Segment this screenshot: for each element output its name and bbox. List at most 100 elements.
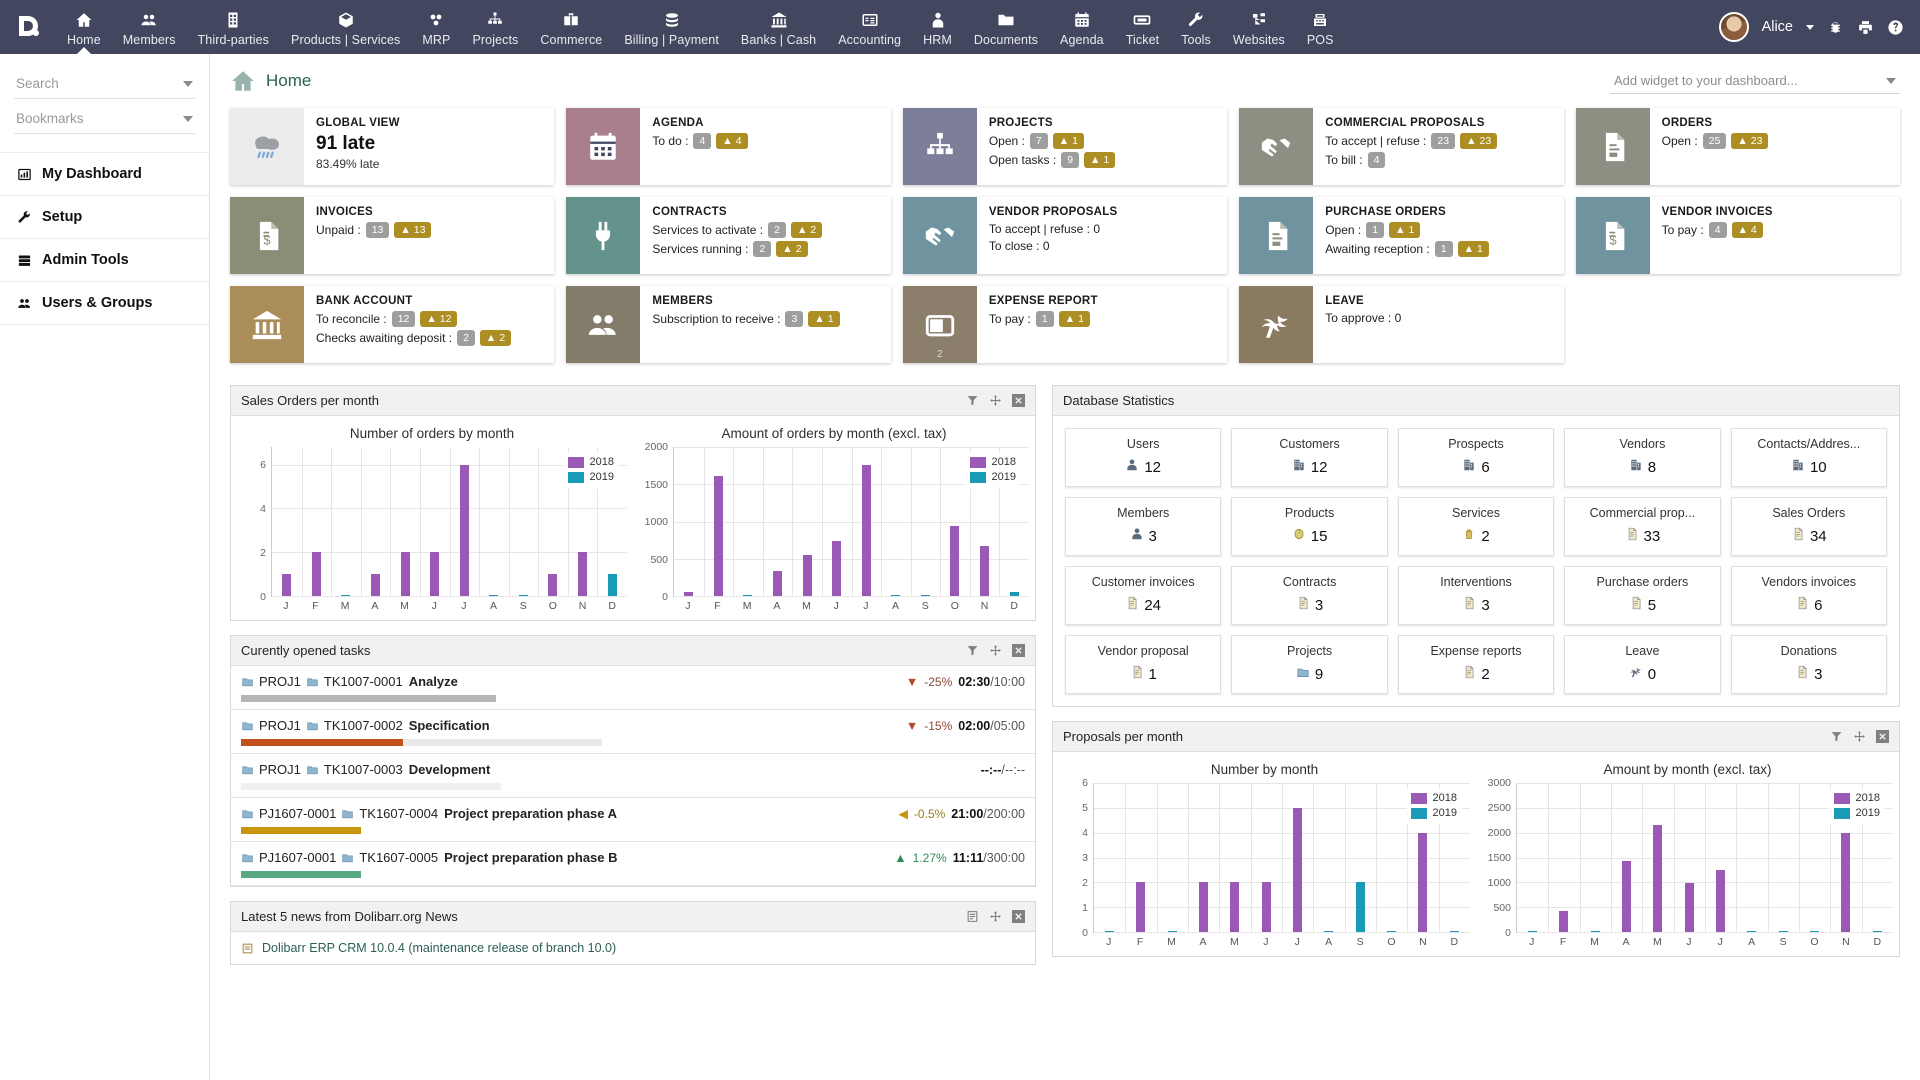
- add-widget-select[interactable]: Add widget to your dashboard...: [1610, 68, 1900, 94]
- warning-badge[interactable]: ▲ 2: [479, 330, 512, 346]
- task-ref[interactable]: TK1007-0001: [324, 674, 403, 689]
- card-expense-report[interactable]: 2 EXPENSE REPORT To pay :1 ▲ 1: [902, 286, 1228, 363]
- close-icon[interactable]: [1012, 644, 1025, 657]
- print-icon[interactable]: [1857, 19, 1874, 36]
- card-leave[interactable]: LEAVE To approve : 0: [1239, 286, 1564, 363]
- stat-expense-reports[interactable]: Expense reports 2: [1397, 635, 1555, 694]
- stat-vendor-proposal[interactable]: Vendor proposal 1: [1065, 635, 1222, 694]
- help-icon[interactable]: [1887, 19, 1904, 36]
- warning-badge[interactable]: ▲ 4: [1731, 222, 1763, 238]
- warning-badge[interactable]: ▲ 1: [1389, 222, 1421, 238]
- card-invoices[interactable]: $ INVOICES Unpaid :13 ▲ 13: [230, 197, 555, 274]
- task-project-ref[interactable]: PROJ1: [259, 718, 301, 733]
- stat-sales-orders[interactable]: Sales Orders 34: [1730, 497, 1887, 556]
- warning-badge[interactable]: ▲ 4: [716, 133, 748, 149]
- count-badge[interactable]: 1: [1035, 311, 1054, 327]
- card-members[interactable]: MEMBERS Subscription to receive :3 ▲ 1: [566, 286, 891, 363]
- stat-projects[interactable]: Projects 9: [1231, 635, 1388, 694]
- task-row[interactable]: PROJ1 TK1007-0002 Specification ▼ -15% 02:00/…: [231, 710, 1035, 754]
- task-project-ref[interactable]: PROJ1: [259, 674, 301, 689]
- nav-item-ticket[interactable]: Ticket: [1115, 0, 1170, 54]
- close-icon[interactable]: [1012, 394, 1025, 407]
- user-name[interactable]: Alice: [1762, 19, 1793, 35]
- card-purchase-orders[interactable]: PURCHASE ORDERS Open :1 ▲ 1 Awaiting recepti…: [1239, 197, 1564, 274]
- nav-item-banks-cash[interactable]: Banks | Cash: [730, 0, 827, 54]
- task-row[interactable]: PROJ1 TK1007-0001 Analyze ▼ -25% 02:30/10:00: [231, 666, 1035, 710]
- task-name[interactable]: Analyze: [409, 674, 458, 689]
- count-badge[interactable]: 25: [1702, 133, 1727, 149]
- stat-users[interactable]: Users 12: [1065, 428, 1222, 487]
- filter-icon[interactable]: [1830, 730, 1843, 743]
- task-project-ref[interactable]: PJ1607-0001: [259, 850, 336, 865]
- nav-item-home[interactable]: Home: [56, 0, 112, 54]
- nav-item-third-parties[interactable]: Third-parties: [187, 0, 280, 54]
- count-badge[interactable]: 1: [1434, 241, 1453, 257]
- card-contracts[interactable]: CONTRACTS Services to activate :2 ▲ 2 Servic…: [566, 197, 891, 274]
- warning-badge[interactable]: ▲ 2: [790, 222, 823, 238]
- task-name[interactable]: Development: [409, 762, 491, 777]
- stat-contracts[interactable]: Contracts 3: [1231, 566, 1388, 625]
- nav-item-websites[interactable]: Websites: [1222, 0, 1296, 54]
- nav-item-agenda[interactable]: Agenda: [1049, 0, 1115, 54]
- move-icon[interactable]: [989, 394, 1002, 407]
- count-badge[interactable]: 1: [1366, 222, 1385, 238]
- warning-badge[interactable]: ▲ 1: [1457, 241, 1489, 257]
- task-ref[interactable]: TK1607-0004: [359, 806, 438, 821]
- close-icon[interactable]: [1012, 910, 1025, 923]
- task-ref[interactable]: TK1607-0005: [359, 850, 438, 865]
- card-projects[interactable]: PROJECTS Open :7 ▲ 1 Open tasks :9 ▲ 1: [902, 108, 1228, 185]
- move-icon[interactable]: [989, 910, 1002, 923]
- warning-badge[interactable]: ▲ 1: [1052, 133, 1084, 149]
- task-name[interactable]: Specification: [409, 718, 490, 733]
- count-badge[interactable]: 2: [768, 222, 786, 238]
- count-badge[interactable]: 4: [1708, 222, 1727, 238]
- count-badge[interactable]: 7: [1029, 133, 1048, 149]
- stat-vendors-invoices[interactable]: Vendors invoices 6: [1730, 566, 1887, 625]
- stat-donations[interactable]: Donations 3: [1730, 635, 1887, 694]
- nav-item-pos[interactable]: POS: [1296, 0, 1345, 54]
- stat-contacts-addres[interactable]: Contacts/Addres... 10: [1730, 428, 1887, 487]
- nav-item-commerce[interactable]: Commerce: [529, 0, 613, 54]
- sidebar-item-my-dashboard[interactable]: My Dashboard: [0, 152, 209, 196]
- filter-icon[interactable]: [966, 394, 979, 407]
- task-project-ref[interactable]: PJ1607-0001: [259, 806, 336, 821]
- stat-customers[interactable]: Customers 12: [1231, 428, 1388, 487]
- stat-prospects[interactable]: Prospects 6: [1397, 428, 1555, 487]
- warning-badge[interactable]: ▲ 1: [808, 311, 840, 327]
- close-icon[interactable]: [1876, 730, 1889, 743]
- bookmarks-input[interactable]: Bookmarks: [14, 105, 195, 134]
- card-vendor-invoices[interactable]: $ VENDOR INVOICES To pay :4 ▲ 4: [1575, 197, 1901, 274]
- sidebar-item-setup[interactable]: Setup: [0, 196, 209, 239]
- sidebar-item-admin-tools[interactable]: Admin Tools: [0, 239, 209, 282]
- filter-icon[interactable]: [966, 644, 979, 657]
- list-icon[interactable]: [966, 910, 979, 923]
- avatar[interactable]: [1718, 12, 1749, 42]
- nav-item-projects[interactable]: Projects: [461, 0, 529, 54]
- task-row[interactable]: PJ1607-0001 TK1607-0004 Project preparatio…: [231, 798, 1035, 842]
- sidebar-item-users-groups[interactable]: Users & Groups: [0, 282, 209, 325]
- task-ref[interactable]: TK1007-0003: [324, 762, 403, 777]
- nav-item-accounting[interactable]: Accounting: [827, 0, 912, 54]
- warning-badge[interactable]: ▲ 1: [1084, 152, 1116, 168]
- card-global-view[interactable]: GLOBAL VIEW 91 late 83.49% late: [230, 108, 555, 185]
- task-project-ref[interactable]: PROJ1: [259, 762, 301, 777]
- nav-item-tools[interactable]: Tools: [1170, 0, 1222, 54]
- warning-badge[interactable]: ▲ 2: [776, 241, 808, 257]
- count-badge[interactable]: 4: [1367, 152, 1386, 168]
- card-bank-account[interactable]: BANK ACCOUNT To reconcile :12 ▲ 12 Checks aw…: [230, 286, 555, 363]
- warning-badge[interactable]: ▲ 12: [420, 311, 458, 327]
- warning-badge[interactable]: ▲ 23: [1460, 133, 1498, 149]
- card-orders[interactable]: ORDERS Open :25 ▲ 23: [1575, 108, 1901, 185]
- nav-item-products-services[interactable]: Products | Services: [280, 0, 411, 54]
- app-logo[interactable]: [0, 0, 56, 54]
- warning-badge[interactable]: ▲ 23: [1731, 133, 1769, 149]
- stat-commercial-prop[interactable]: Commercial prop... 33: [1564, 497, 1721, 556]
- chevron-down-icon[interactable]: [183, 80, 193, 87]
- count-badge[interactable]: 12: [391, 311, 416, 327]
- stat-members[interactable]: Members 3: [1065, 497, 1222, 556]
- stat-customer-invoices[interactable]: Customer invoices 24: [1065, 566, 1222, 625]
- stat-vendors[interactable]: Vendors 8: [1564, 428, 1721, 487]
- move-icon[interactable]: [989, 644, 1002, 657]
- task-name[interactable]: Project preparation phase B: [444, 850, 617, 865]
- chevron-down-icon[interactable]: [1806, 24, 1814, 30]
